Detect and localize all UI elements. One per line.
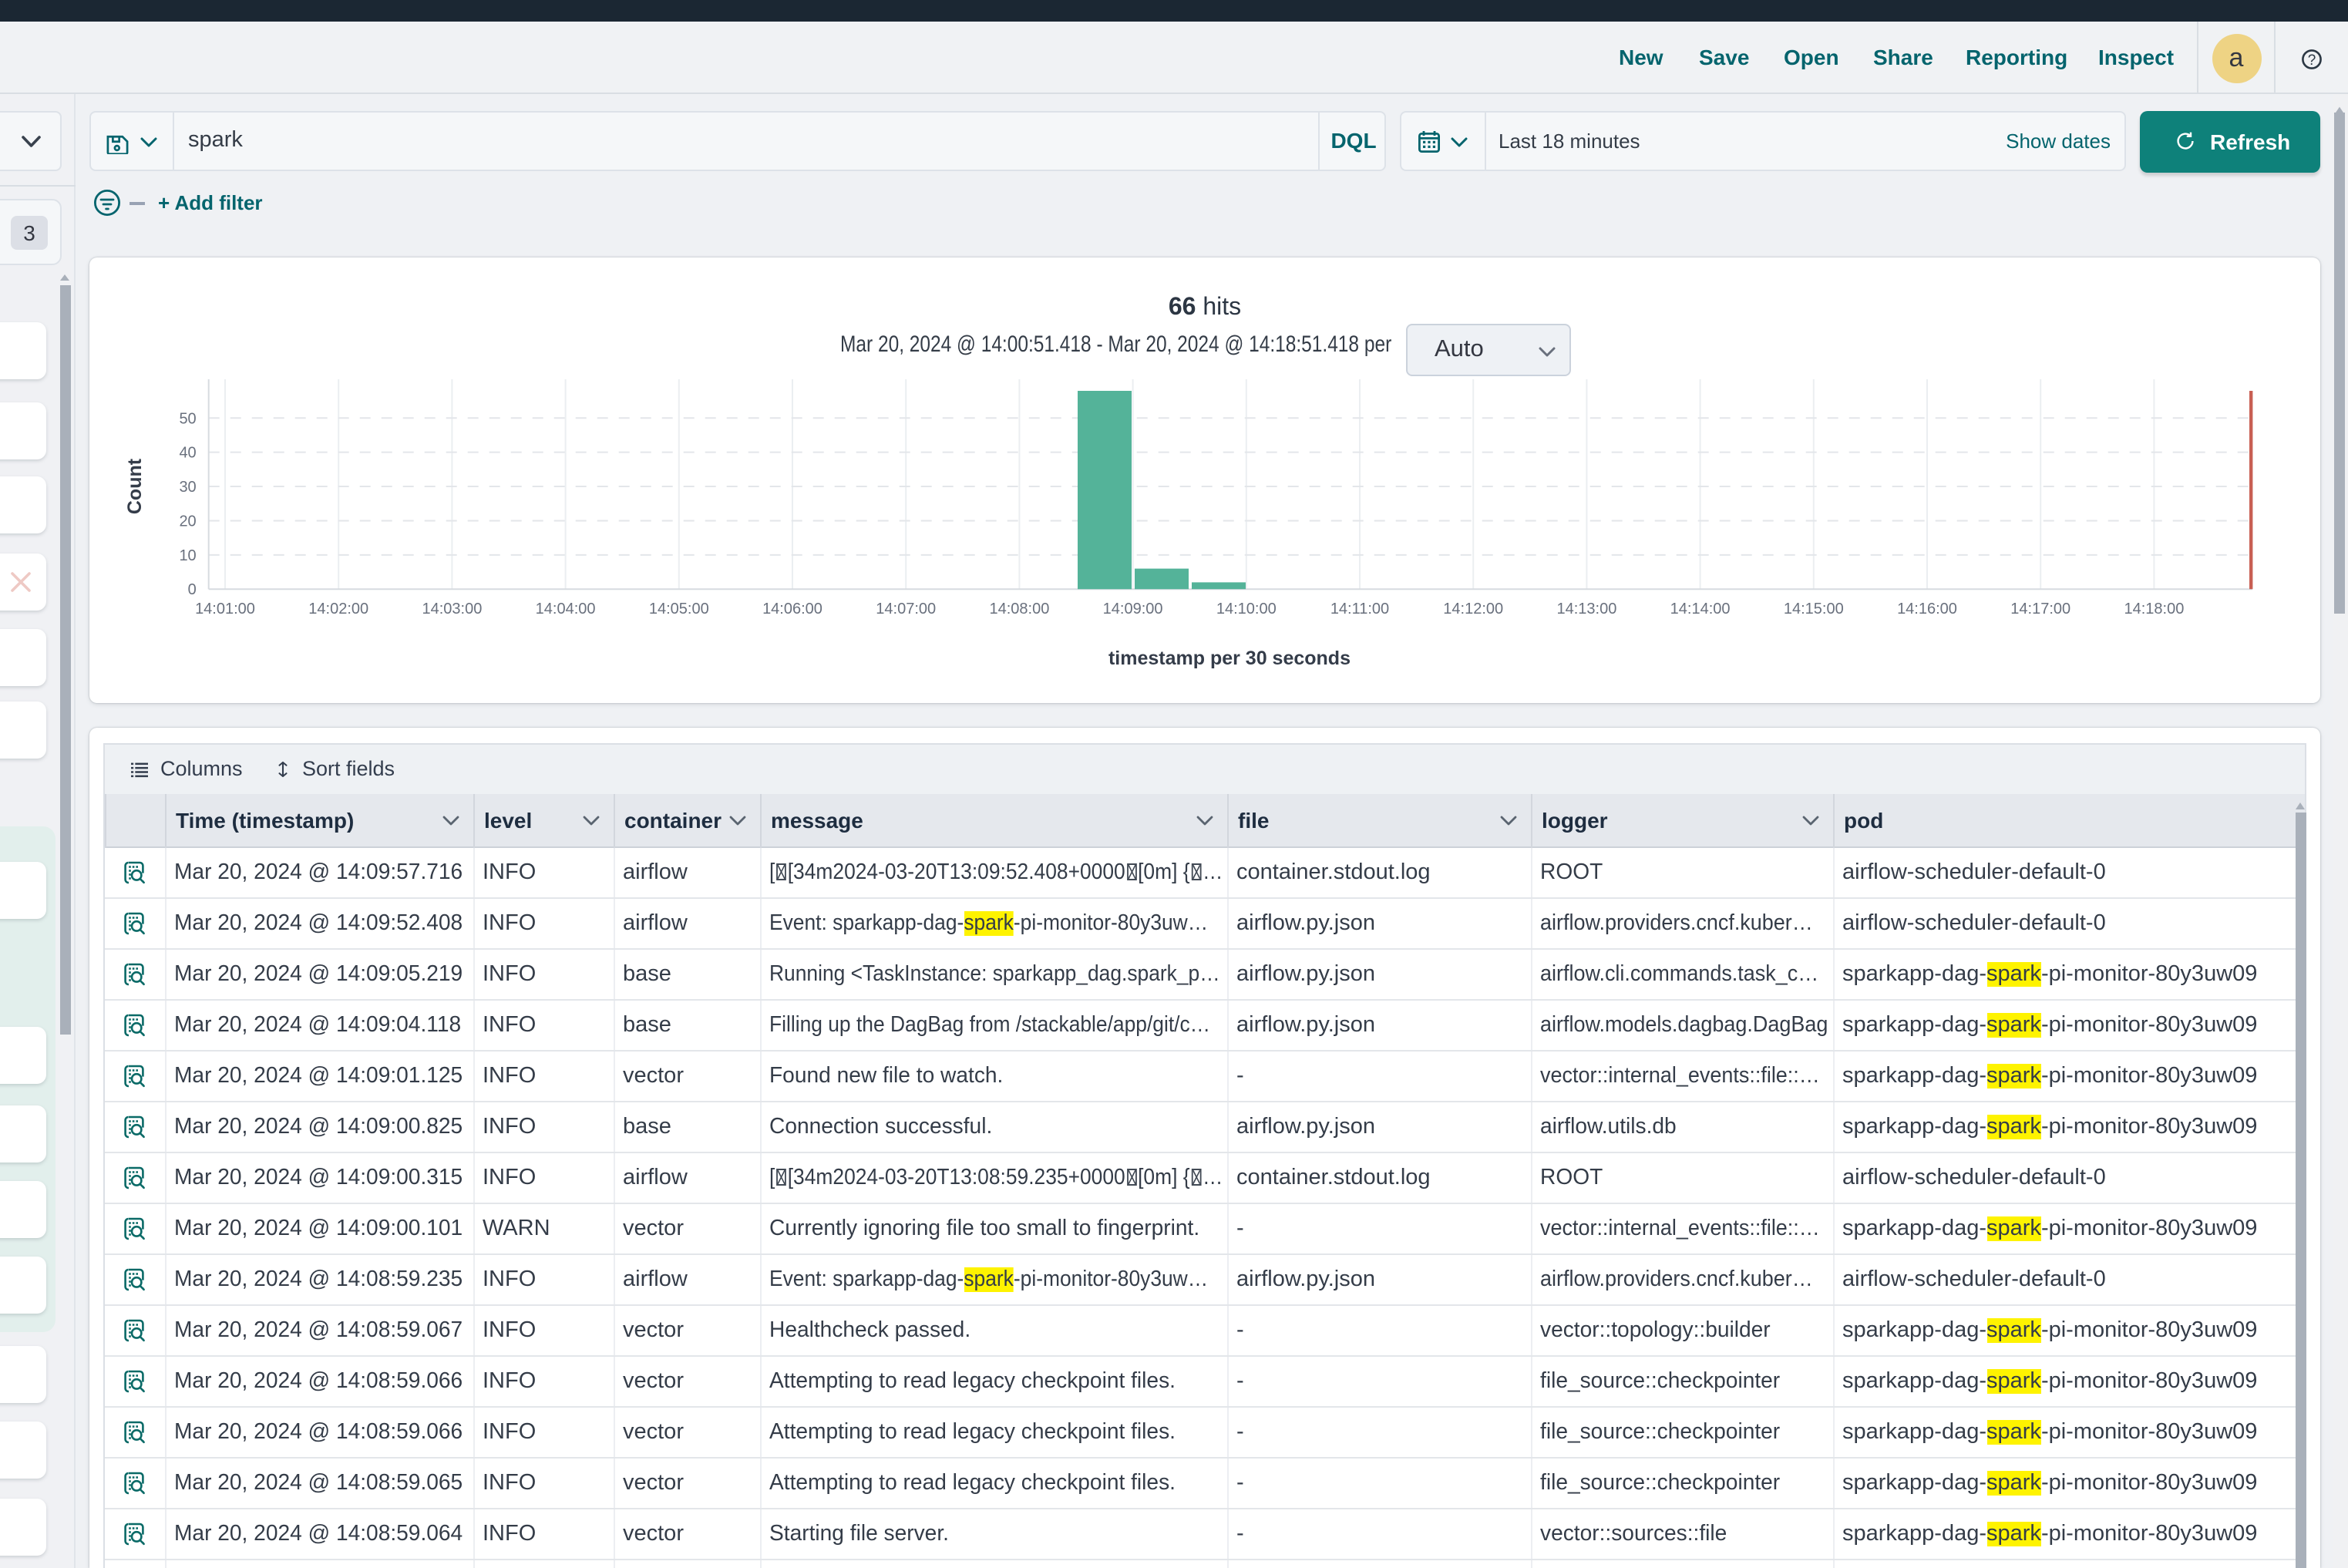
svg-text:14:16:00: 14:16:00 [1897,601,1957,617]
svg-text:30: 30 [179,479,196,496]
svg-text:10: 10 [179,547,196,564]
svg-text:40: 40 [179,445,196,462]
svg-text:50: 50 [179,410,196,427]
svg-text:14:01:00: 14:01:00 [195,601,255,617]
svg-text:14:02:00: 14:02:00 [308,601,368,617]
svg-text:14:04:00: 14:04:00 [536,601,596,617]
svg-text:14:10:00: 14:10:00 [1216,601,1277,617]
svg-text:14:11:00: 14:11:00 [1330,601,1389,617]
svg-text:14:06:00: 14:06:00 [762,601,822,617]
svg-text:14:17:00: 14:17:00 [2010,601,2070,617]
svg-text:20: 20 [179,513,196,530]
svg-text:14:12:00: 14:12:00 [1443,601,1503,617]
svg-text:14:13:00: 14:13:00 [1556,601,1616,617]
svg-text:?: ? [2308,52,2316,69]
svg-text:14:05:00: 14:05:00 [649,601,709,617]
svg-text:14:09:00: 14:09:00 [1103,601,1163,617]
svg-text:14:07:00: 14:07:00 [876,601,936,617]
svg-text:14:03:00: 14:03:00 [422,601,482,617]
svg-text:14:14:00: 14:14:00 [1670,601,1731,617]
svg-text:14:18:00: 14:18:00 [2124,601,2184,617]
svg-text:14:08:00: 14:08:00 [989,601,1049,617]
svg-text:14:15:00: 14:15:00 [1784,601,1844,617]
svg-text:0: 0 [188,581,197,598]
